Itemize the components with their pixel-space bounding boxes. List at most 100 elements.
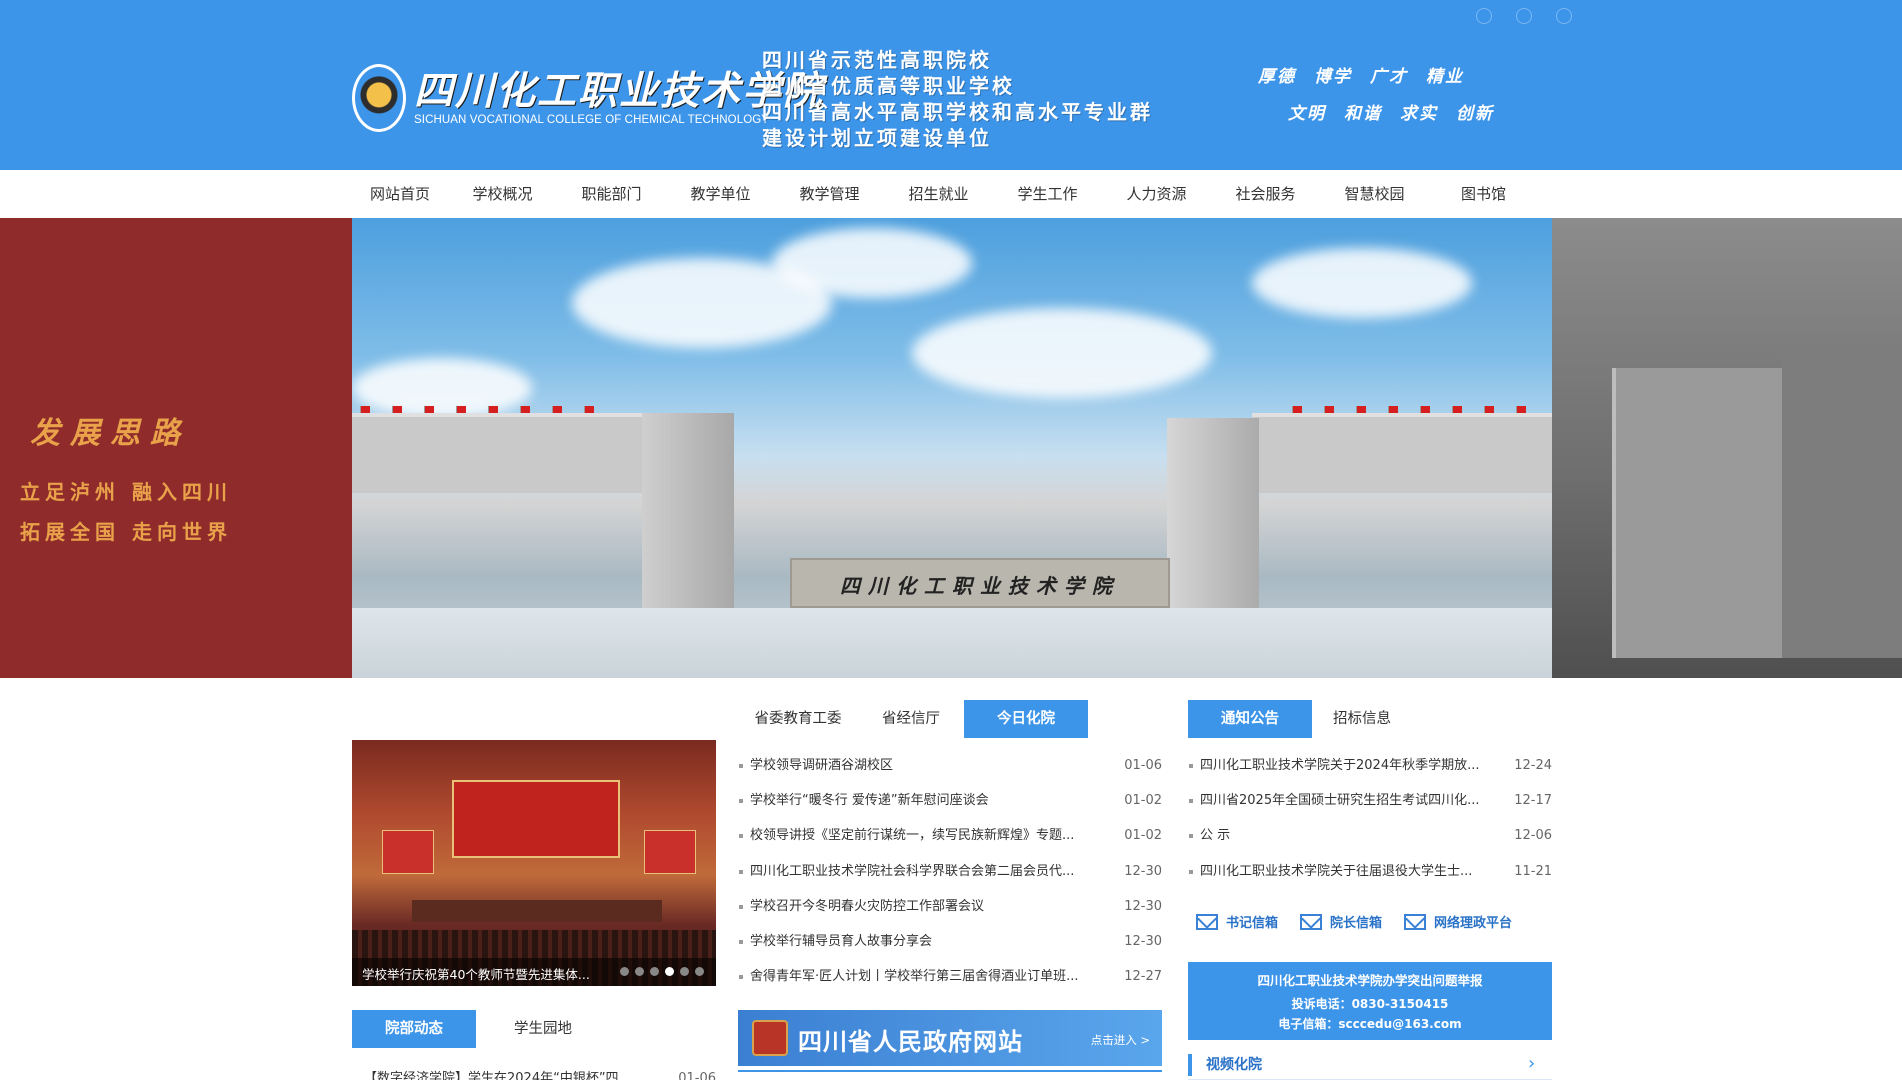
mail-icon xyxy=(1300,913,1323,930)
slider-dot[interactable] xyxy=(665,967,674,976)
nav-item-student-affairs[interactable]: 学生工作 xyxy=(993,170,1102,218)
cloud xyxy=(352,358,532,418)
list-item-date: 01-06 xyxy=(678,1071,716,1080)
motto-word: 博学 xyxy=(1314,67,1352,87)
dept-news-tabs: 院部动态 学生园地 xyxy=(352,1010,716,1048)
gate-beam-left xyxy=(352,413,672,493)
list-item-title: 学校举行“暖冬行 爱传递”新年慰问座谈会 xyxy=(750,793,989,809)
nav-item-admissions[interactable]: 招生就业 xyxy=(884,170,993,218)
list-item-date: 12-30 xyxy=(1124,933,1162,949)
list-item[interactable]: 四川化工职业技术学院关于2024年秋季学期放... 12-24 xyxy=(1188,748,1552,783)
list-item[interactable]: 校领导讲授《坚定前行谋统一，续写民族新辉煌》专题... 01-02 xyxy=(738,818,1162,853)
tab-provincial-education[interactable]: 省委教育工委 xyxy=(738,700,858,738)
notice-tabs: 通知公告 招标信息 xyxy=(1188,700,1552,738)
photo-news-slider[interactable]: 学校举行庆祝第40个教师节暨先进集体... xyxy=(352,740,716,986)
nav-item-library[interactable]: 图书馆 xyxy=(1429,170,1538,218)
motto-word: 厚德 xyxy=(1258,67,1296,87)
stage xyxy=(412,900,662,922)
photo-caption[interactable]: 学校举行庆祝第40个教师节暨先进集体... xyxy=(362,964,590,983)
list-item-date: 01-06 xyxy=(1124,758,1162,773)
list-item-title: 四川化工职业技术学院关于2024年秋季学期放... xyxy=(1200,758,1480,773)
list-item[interactable]: 舍得青年军·匠人计划丨学校举行第三届舍得酒业订单班... 12-27 xyxy=(738,959,1162,994)
motto-row: 文明 和谐 求实 创新 xyxy=(1258,99,1558,124)
list-item-title: 校领导讲授《坚定前行谋统一，续写民族新辉煌》专题... xyxy=(750,828,1075,844)
notice-list: 四川化工职业技术学院关于2024年秋季学期放... 12-24 四川省2025年全… xyxy=(1188,748,1552,889)
nav-item-overview[interactable]: 学校概况 xyxy=(448,170,557,218)
slider-dot[interactable] xyxy=(680,967,689,976)
gov-website-banner[interactable]: 四川省人民政府网站 点击进入 > xyxy=(738,1010,1162,1066)
site-logo[interactable]: 四川化工职业技术学院 SICHUAN VOCATIONAL COLLEGE OF… xyxy=(352,58,822,138)
list-item[interactable]: 公 示 12-06 xyxy=(1188,818,1552,853)
mailbox-label: 书记信箱 xyxy=(1226,916,1279,931)
accessibility-icon[interactable] xyxy=(1476,8,1492,24)
next-slide-preview[interactable] xyxy=(1552,218,1902,678)
tab-tenders[interactable]: 招标信息 xyxy=(1312,700,1412,738)
tab-student-garden[interactable]: 学生园地 xyxy=(476,1010,610,1048)
report-box[interactable]: 四川化工职业技术学院办学突出问题举报 投诉电话：0830-3150415 电子信… xyxy=(1188,962,1552,1040)
list-item-title: 舍得青年军·匠人计划丨学校举行第三届舍得酒业订单班... xyxy=(750,969,1079,985)
list-item[interactable]: 四川化工职业技术学院关于往届退役大学生士... 11-21 xyxy=(1188,854,1552,889)
name-stone: 四川化工职业技术学院 xyxy=(790,558,1170,608)
list-item-date: 12-17 xyxy=(1514,793,1552,809)
tab-economic-info[interactable]: 省经信厅 xyxy=(858,700,964,738)
report-title: 四川化工职业技术学院办学突出问题举报 xyxy=(1257,973,1483,988)
slider-dot[interactable] xyxy=(635,967,644,976)
slider-dot[interactable] xyxy=(650,967,659,976)
mail-icon xyxy=(1196,913,1218,930)
honor-line: 四川省优质高等职业学校 xyxy=(762,74,1015,98)
nav-item-teaching-management[interactable]: 教学管理 xyxy=(775,170,884,218)
list-item-date: 12-06 xyxy=(1514,828,1552,844)
secretary-mailbox-link[interactable]: 书记信箱 xyxy=(1196,912,1278,931)
list-item-title: 学校召开今冬明春火灾防控工作部署会议 xyxy=(750,898,985,914)
development-line: 立足泸州 融入四川 xyxy=(20,480,232,504)
photo-caption-bar: 学校举行庆祝第40个教师节暨先进集体... xyxy=(352,958,716,986)
list-item-date: 12-27 xyxy=(1124,969,1162,985)
nav-item-smart-campus[interactable]: 智慧校园 xyxy=(1320,170,1429,218)
motto-word: 创新 xyxy=(1456,104,1494,124)
gate-pillar-right xyxy=(1167,418,1259,618)
video-section-label: 视频化院 xyxy=(1188,1054,1262,1076)
list-item-date: 12-24 xyxy=(1514,758,1552,773)
list-item[interactable]: 学校领导调研酒谷湖校区 01-06 xyxy=(738,748,1162,783)
list-item[interactable]: 学校举行“暖冬行 爱传递”新年慰问座谈会 01-02 xyxy=(738,783,1162,818)
nav-item-teaching-units[interactable]: 教学单位 xyxy=(666,170,775,218)
weibo-icon[interactable] xyxy=(1516,8,1532,24)
list-item-title: 学校领导调研酒谷湖校区 xyxy=(750,758,894,773)
wechat-icon[interactable] xyxy=(1556,8,1572,24)
school-motto: 厚德 博学 广才 精业 文明 和谐 求实 创新 xyxy=(1258,62,1558,136)
list-item[interactable]: 四川省2025年全国硕士研究生招生考试四川化... 12-17 xyxy=(1188,783,1552,818)
slider-dots xyxy=(620,967,704,976)
tab-notices[interactable]: 通知公告 xyxy=(1188,700,1312,738)
nav-item-social-service[interactable]: 社会服务 xyxy=(1211,170,1320,218)
cloud xyxy=(912,308,1212,398)
list-item[interactable]: 四川化工职业技术学院社会科学界联合会第二届会员代... 12-30 xyxy=(738,854,1162,889)
slider-dot[interactable] xyxy=(620,967,629,976)
online-governance-link[interactable]: 网络理政平台 xyxy=(1404,912,1512,931)
tab-today-news[interactable]: 今日化院 xyxy=(964,700,1088,738)
tab-dept-news[interactable]: 院部动态 xyxy=(352,1010,476,1048)
list-item-title: 四川省2025年全国硕士研究生招生考试四川化... xyxy=(1200,793,1480,809)
report-phone: 投诉电话：0830-3150415 xyxy=(1291,997,1449,1011)
list-item-title: 公 示 xyxy=(1200,828,1231,844)
list-item-title: 【数字经济学院】学生在2024年“中银杯”四... xyxy=(364,1071,631,1080)
nav-item-home[interactable]: 网站首页 xyxy=(352,170,448,218)
nav-item-hr[interactable]: 人力资源 xyxy=(1102,170,1211,218)
list-item[interactable]: 学校召开今冬明春火灾防控工作部署会议 12-30 xyxy=(738,889,1162,924)
list-item[interactable]: 学校举行辅导员育人故事分享会 12-30 xyxy=(738,924,1162,959)
list-item-title: 四川化工职业技术学院社会科学界联合会第二届会员代... xyxy=(750,863,1075,879)
top-icons xyxy=(1476,8,1572,24)
stage-screen xyxy=(452,780,620,858)
news-tabs: 省委教育工委 省经信厅 今日化院 xyxy=(738,700,1162,738)
honor-line: 四川省示范性高职院校 xyxy=(762,48,992,72)
honor-line: 四川省高水平高职学校和高水平专业群 xyxy=(762,100,1153,124)
main-nav: 网站首页 学校概况 职能部门 教学单位 教学管理 招生就业 学生工作 人力资源 … xyxy=(0,170,1902,218)
list-item[interactable]: 【数字经济学院】学生在2024年“中银杯”四... 01-06 xyxy=(352,1068,716,1080)
video-section-header[interactable]: 视频化院 › xyxy=(1188,1050,1552,1080)
content-area: 学校举行庆祝第40个教师节暨先进集体... 院部动态 学生园地 【数字经济学院】… xyxy=(352,700,1552,1080)
nav-item-departments[interactable]: 职能部门 xyxy=(557,170,666,218)
campus-gate-photo[interactable]: 四川化工职业技术学院 xyxy=(352,218,1552,678)
list-item-title: 学校举行辅导员育人故事分享会 xyxy=(750,933,933,949)
chevron-right-icon: › xyxy=(1528,1053,1536,1074)
slider-dot[interactable] xyxy=(695,967,704,976)
president-mailbox-link[interactable]: 院长信箱 xyxy=(1300,912,1382,931)
